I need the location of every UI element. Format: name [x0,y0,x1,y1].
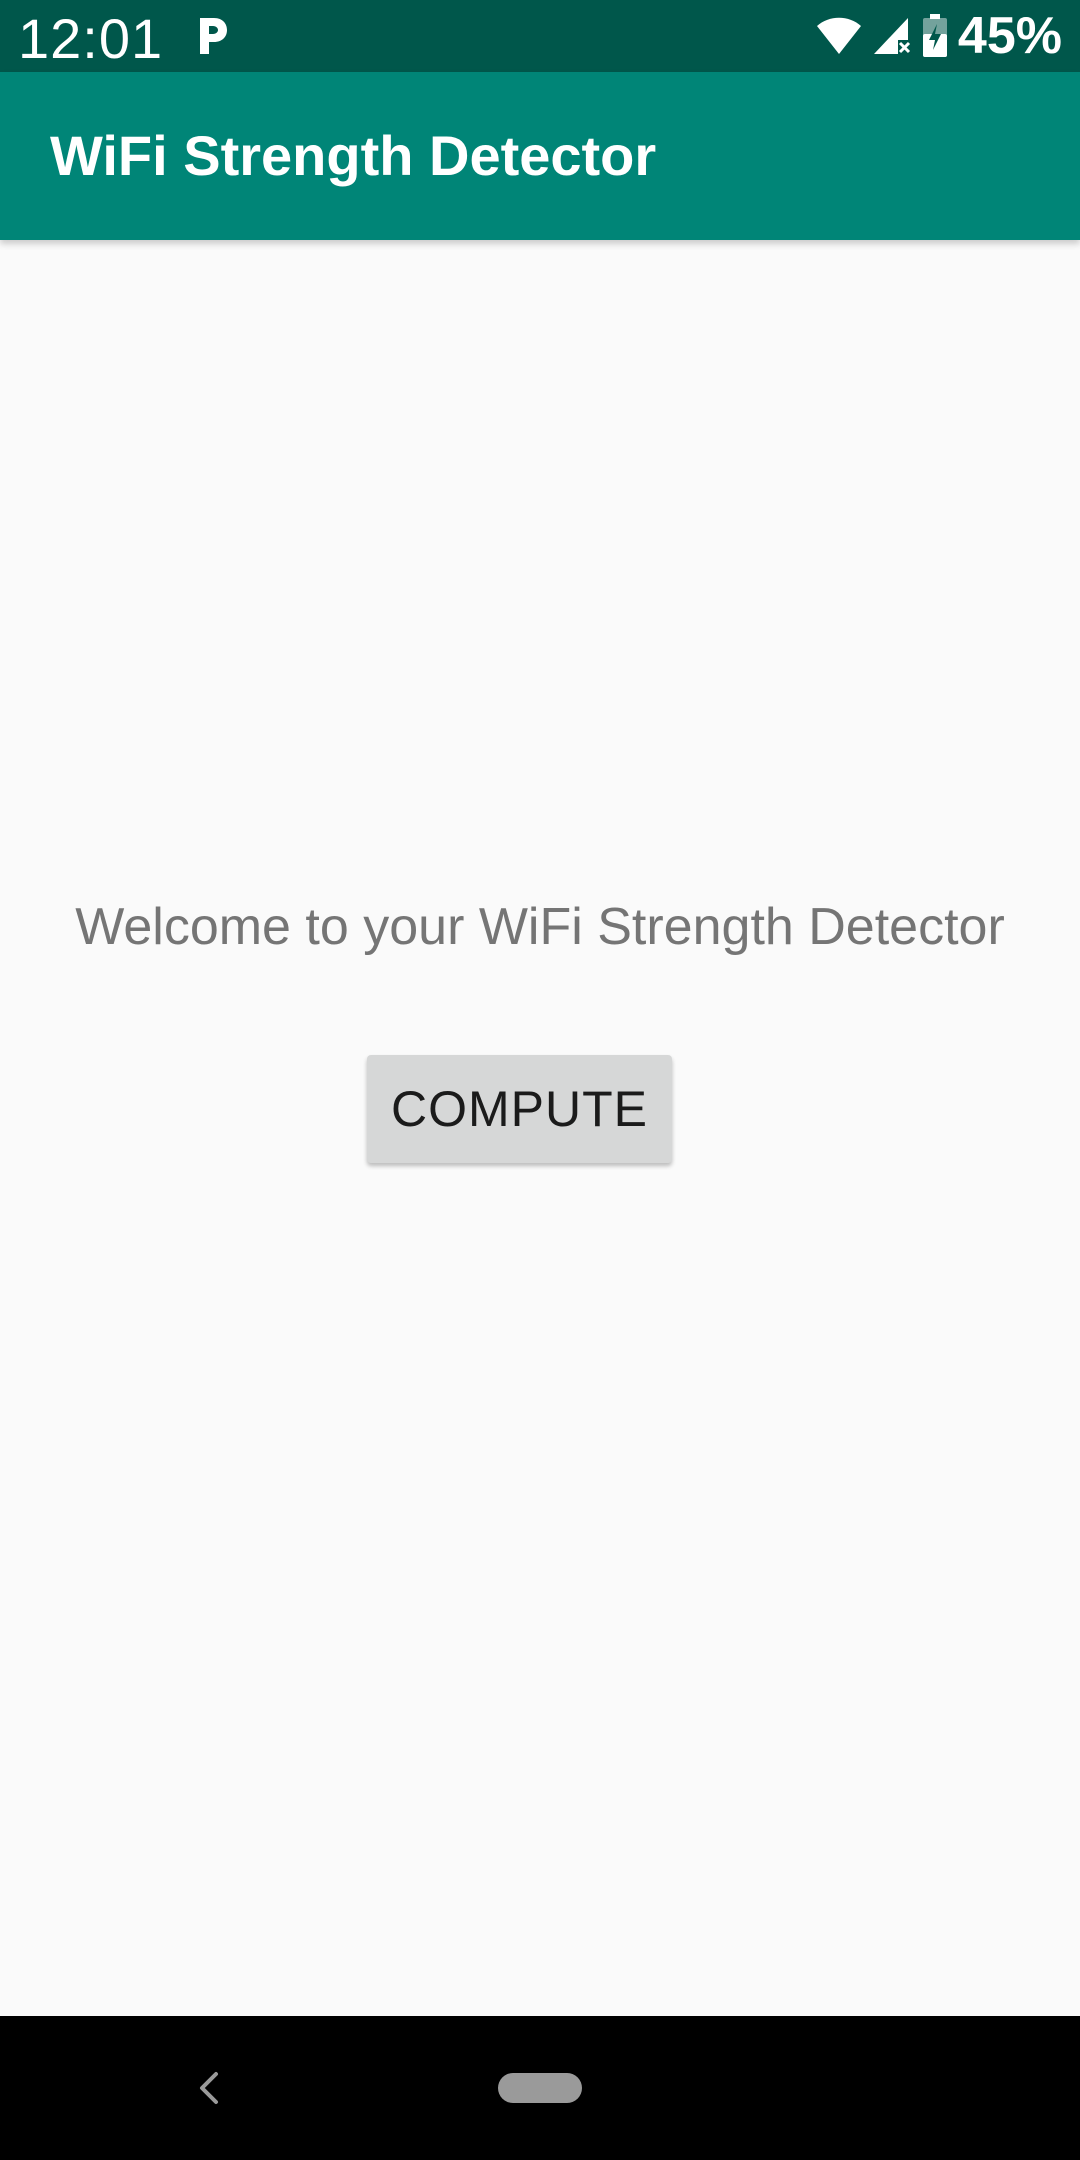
wifi-icon [816,17,861,54]
app-bar: WiFi Strength Detector [0,72,1080,240]
welcome-text: Welcome to your WiFi Strength Detector [75,898,1005,956]
home-pill-icon[interactable] [498,2073,582,2103]
status-icons: 45% [816,0,1062,72]
navigation-bar [0,2016,1080,2160]
battery-charging-icon [922,14,947,57]
compute-button[interactable]: COMPUTE [367,1055,672,1163]
screen: 12:01 45% WiFi Strength Detector Welcome… [0,0,1080,2160]
status-time: 12:01 [18,7,164,70]
cell-signal-no-service-icon [873,18,910,54]
battery-percent: 45% [957,7,1062,65]
back-chevron-icon[interactable] [190,2066,230,2110]
parking-p-icon [200,18,227,54]
app-title: WiFi Strength Detector [50,124,657,187]
status-bar: 12:01 45% [0,0,1080,72]
